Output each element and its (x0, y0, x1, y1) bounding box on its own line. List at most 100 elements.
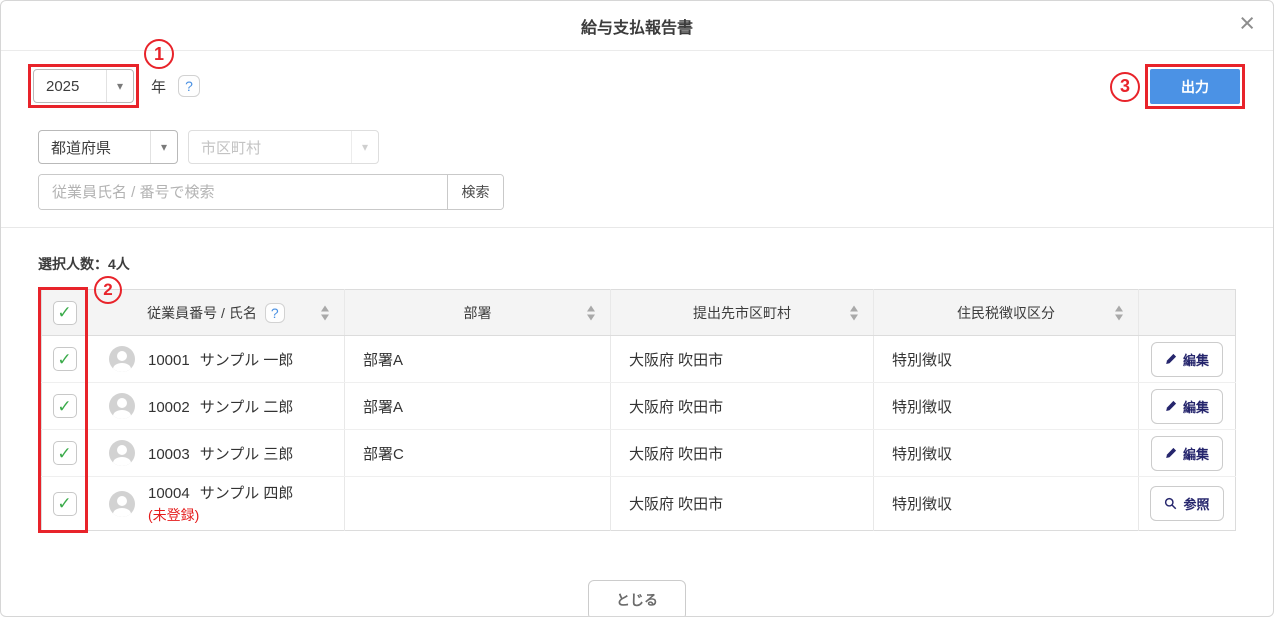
city-cell: 大阪府 吹田市 (610, 382, 874, 430)
output-group: 3 出力 (1110, 64, 1245, 109)
close-icon[interactable]: × (1239, 10, 1255, 37)
output-button[interactable]: 出力 (1150, 69, 1240, 104)
avatar (109, 440, 135, 466)
employee-number: 10002 (148, 398, 190, 416)
prefecture-select[interactable]: 都道府県 ▾ (38, 130, 178, 164)
annotation-rect-year: 2025 ▾ 1 (28, 39, 174, 108)
year-group: 2025 ▾ 1 年 ? (28, 39, 201, 108)
select-all-checkbox[interactable]: ✓ (52, 300, 77, 325)
edit-button[interactable]: 編集 (1150, 388, 1223, 424)
year-select[interactable]: 2025 ▾ (33, 69, 134, 103)
chevron-down-icon: ▾ (106, 70, 133, 102)
employee-number: 10001 (148, 351, 190, 369)
sort-icon[interactable] (1115, 305, 1123, 320)
magnifier-icon (1165, 497, 1177, 510)
dialog-title: 給与支払報告書 (580, 19, 693, 37)
check-icon: ✓ (57, 349, 72, 369)
employee-cell: 10001 サンプル 一郎 (148, 349, 293, 370)
tax-cell: 特別徴収 (873, 335, 1139, 383)
table-row: ✓ 10002 サンプル 二郎 部署A 大阪府 吹田市 特別徴収 編集 (41, 382, 1236, 430)
edit-button[interactable]: 編集 (1150, 341, 1223, 377)
row-checkbox[interactable]: ✓ (52, 441, 77, 465)
employee-name: サンプル 四郎 (199, 485, 294, 502)
header-employee: 従業員番号 / 氏名 ? (87, 289, 345, 336)
department-cell: 部署A (344, 382, 611, 430)
row-checkbox[interactable]: ✓ (52, 394, 77, 418)
department-cell: 部署A (344, 335, 611, 383)
header-select-all: ✓ (41, 289, 88, 336)
tax-cell: 特別徴収 (873, 382, 1139, 430)
employee-number: 10003 (148, 445, 190, 463)
pencil-icon (1166, 400, 1177, 411)
employee-table: ✓ 従業員番号 / 氏名 ? 部署 提出先市区町村 住民税徴収区分 ✓ 1000… (41, 289, 1236, 531)
edit-button[interactable]: 編集 (1150, 435, 1223, 471)
check-icon: ✓ (57, 396, 72, 416)
year-select-value: 2025 (46, 77, 80, 95)
employee-cell: 10002 サンプル 二郎 (148, 396, 293, 417)
search-button[interactable]: 検索 (447, 175, 503, 209)
annotation-circle-3: 3 (1110, 71, 1140, 102)
section-divider (1, 227, 1273, 228)
sort-icon[interactable] (587, 305, 595, 320)
view-button[interactable]: 参照 (1150, 486, 1224, 521)
tax-cell: 特別徴収 (873, 476, 1139, 531)
header-city-label: 提出先市区町村 (693, 304, 791, 321)
city-select-placeholder: 市区町村 (201, 139, 262, 157)
header-tax: 住民税徴収区分 (873, 289, 1139, 336)
region-filter-row: 都道府県 ▾ 市区町村 ▾ (38, 130, 1273, 164)
unregistered-note: (未登録) (148, 507, 200, 523)
row-checkbox[interactable]: ✓ (52, 347, 77, 371)
check-icon: ✓ (57, 494, 72, 513)
employee-cell: 10004 サンプル 四郎 (未登録) (148, 482, 293, 525)
city-cell: 大阪府 吹田市 (610, 335, 874, 383)
search-box: 検索 (38, 174, 504, 210)
employee-cell: 10003 サンプル 三郎 (148, 443, 293, 464)
help-icon[interactable]: ? (264, 302, 285, 323)
department-cell (344, 476, 611, 531)
employee-number: 10004 (148, 485, 190, 502)
employee-name: サンプル 二郎 (199, 398, 294, 416)
year-label: 年 (151, 78, 167, 96)
toolbar: 2025 ▾ 1 年 ? 3 出力 (1, 39, 1273, 109)
table-row: ✓ 10004 サンプル 四郎 (未登録) 大阪府 吹田市 特別徴収 参照 (41, 476, 1236, 531)
table-header-row: ✓ 従業員番号 / 氏名 ? 部署 提出先市区町村 住民税徴収区分 (41, 289, 1236, 336)
city-cell: 大阪府 吹田市 (610, 429, 874, 477)
check-icon: ✓ (57, 443, 72, 463)
tax-cell: 特別徴収 (873, 429, 1139, 477)
title-bar: 給与支払報告書 × (1, 1, 1273, 51)
city-select-disabled: 市区町村 ▾ (188, 130, 379, 164)
check-icon: ✓ (57, 303, 72, 322)
pencil-icon (1166, 447, 1177, 458)
header-actions (1138, 289, 1236, 336)
close-dialog-button[interactable]: とじる (588, 580, 686, 616)
avatar (109, 346, 135, 372)
employee-name: サンプル 三郎 (199, 445, 294, 463)
table-row: ✓ 10003 サンプル 三郎 部署C 大阪府 吹田市 特別徴収 編集 (41, 429, 1236, 477)
help-icon[interactable]: ? (178, 75, 201, 97)
header-tax-label: 住民税徴収区分 (957, 304, 1055, 321)
header-department-label: 部署 (463, 304, 492, 321)
filters-section: 都道府県 ▾ 市区町村 ▾ 検索 (1, 130, 1273, 210)
avatar (109, 393, 135, 419)
annotation-rect-output: 出力 (1145, 64, 1245, 109)
pencil-icon (1166, 353, 1177, 364)
department-cell: 部署C (344, 429, 611, 477)
table-row: ✓ 10001 サンプル 一郎 部署A 大阪府 吹田市 特別徴収 編集 (41, 335, 1236, 383)
employee-name: サンプル 一郎 (199, 351, 294, 369)
row-checkbox[interactable]: ✓ (52, 491, 77, 516)
header-city: 提出先市区町村 (610, 289, 874, 336)
search-row: 検索 (38, 174, 1273, 210)
chevron-down-icon: ▾ (351, 131, 378, 163)
sort-icon[interactable] (850, 305, 858, 320)
header-department: 部署 (344, 289, 611, 336)
chevron-down-icon: ▾ (150, 131, 177, 163)
employee-table-wrap: ✓ 従業員番号 / 氏名 ? 部署 提出先市区町村 住民税徴収区分 ✓ 1000… (38, 276, 1236, 533)
search-input[interactable] (39, 175, 447, 209)
salary-report-dialog: 給与支払報告書 × 2025 ▾ 1 年 ? 3 出力 都道府県 ▾ 市区町村 … (0, 0, 1274, 617)
selected-count-label: 選択人数：4人 (38, 256, 130, 272)
prefecture-select-value: 都道府県 (51, 139, 112, 157)
sort-icon[interactable] (321, 305, 329, 320)
avatar (109, 490, 135, 517)
footer: とじる (1, 580, 1273, 616)
header-employee-label: 従業員番号 / 氏名 (147, 304, 257, 321)
